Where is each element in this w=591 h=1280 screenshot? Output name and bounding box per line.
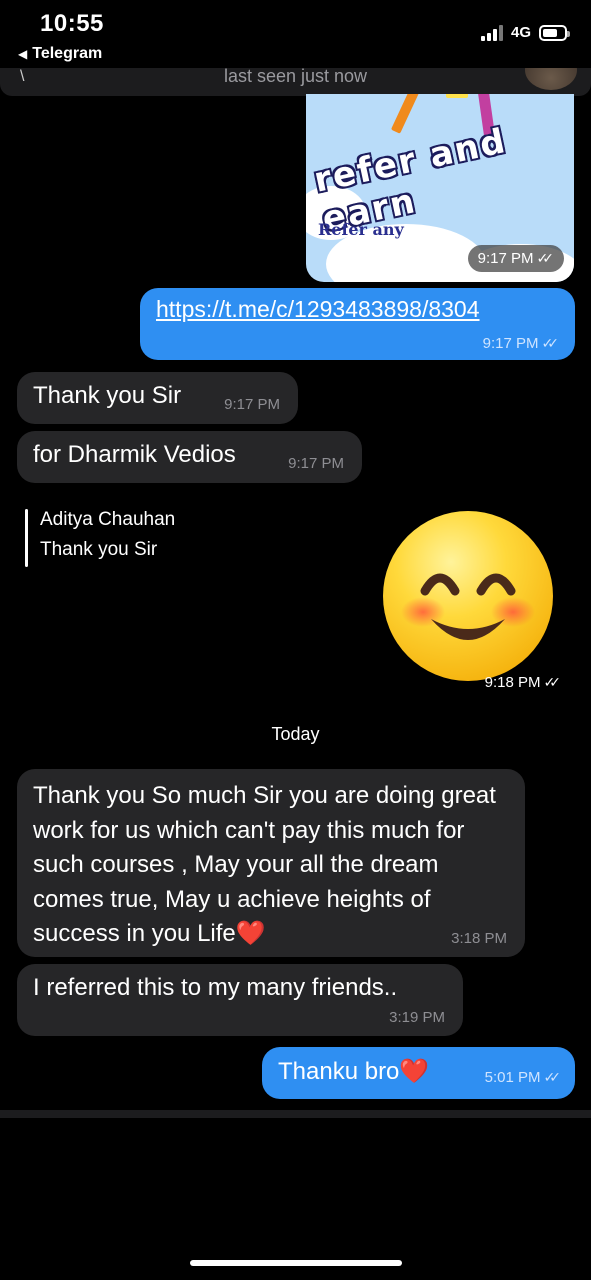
network-type: 4G — [510, 24, 531, 41]
time-label: 9:17 PM — [482, 335, 539, 352]
message-text: for Dharmik Vedios — [33, 441, 236, 468]
image-caption-text: Refer any — [318, 220, 404, 239]
double-check-icon: ✓✓ — [536, 250, 555, 266]
signal-icon — [480, 24, 503, 41]
message-bubble-incoming[interactable]: Thank you Sir 9:17 PM — [17, 372, 298, 424]
back-to-app-link[interactable]: ◀ Telegram — [18, 45, 102, 63]
message-bubble-outgoing[interactable]: Thanku bro❤️ 5:01 PM ✓✓ — [262, 1047, 575, 1099]
message-text: Thank you So much Sir you are doing grea… — [33, 782, 496, 947]
message-timestamp: 3:19 PM — [389, 1009, 445, 1026]
message-timestamp: 3:18 PM — [451, 930, 507, 947]
message-timestamp: 9:17 PM ✓✓ — [482, 335, 560, 352]
message-text: I referred this to my many friends.. — [33, 974, 398, 1001]
double-check-icon: ✓✓ — [543, 674, 562, 690]
image-time-label: 9:17 PM — [477, 250, 534, 267]
time-label: 5:01 PM — [484, 1069, 541, 1086]
message-bubble-link[interactable]: https://t.me/c/1293483898/8304 9:17 PM ✓… — [140, 288, 575, 360]
date-separator: Today — [271, 724, 320, 744]
battery-icon — [539, 24, 570, 41]
double-check-icon: ✓✓ — [541, 335, 560, 351]
sticker-timestamp: 9:18 PM ✓✓ — [484, 674, 562, 691]
message-text: Thanku bro❤️ — [278, 1058, 430, 1085]
home-indicator[interactable] — [190, 1260, 402, 1266]
smiling-emoji-sticker[interactable] — [383, 511, 553, 681]
back-app-label: Telegram — [32, 45, 103, 62]
reply-quote-bar — [25, 509, 28, 567]
time-label: 9:18 PM — [484, 674, 541, 691]
message-link[interactable]: https://t.me/c/1293483898/8304 — [156, 296, 559, 323]
sun-ray-orange — [390, 94, 422, 134]
sun-ray-yellow — [446, 94, 468, 98]
message-timestamp: 9:17 PM — [224, 396, 280, 413]
image-message[interactable]: refer and earn Refer any 9:17 PM ✓✓ — [306, 94, 574, 282]
message-timestamp: 9:17 PM — [288, 455, 344, 472]
message-bubble-incoming[interactable]: I referred this to my many friends.. 3:1… — [17, 964, 463, 1036]
image-timestamp: 9:17 PM ✓✓ — [467, 245, 564, 272]
last-seen-status: last seen just now — [223, 68, 368, 86]
input-bar-edge — [0, 1110, 591, 1118]
message-timestamp: 5:01 PM ✓✓ — [484, 1069, 562, 1086]
status-time: 10:55 — [40, 10, 104, 37]
double-check-icon: ✓✓ — [543, 1069, 562, 1085]
status-indicators: 4G — [480, 24, 570, 41]
message-bubble-incoming[interactable]: Thank you So much Sir you are doing grea… — [17, 769, 525, 957]
back-triangle-icon: ◀ — [18, 47, 28, 61]
reply-quoted-name[interactable]: Aditya Chauhan — [40, 509, 175, 531]
reply-quoted-text[interactable]: Thank you Sir — [40, 539, 157, 561]
emoji-face-icon — [420, 573, 516, 640]
message-text: Thank you Sir — [33, 382, 182, 409]
message-bubble-incoming[interactable]: for Dharmik Vedios 9:17 PM — [17, 431, 362, 483]
chat-header: \ last seen just now — [0, 68, 591, 96]
